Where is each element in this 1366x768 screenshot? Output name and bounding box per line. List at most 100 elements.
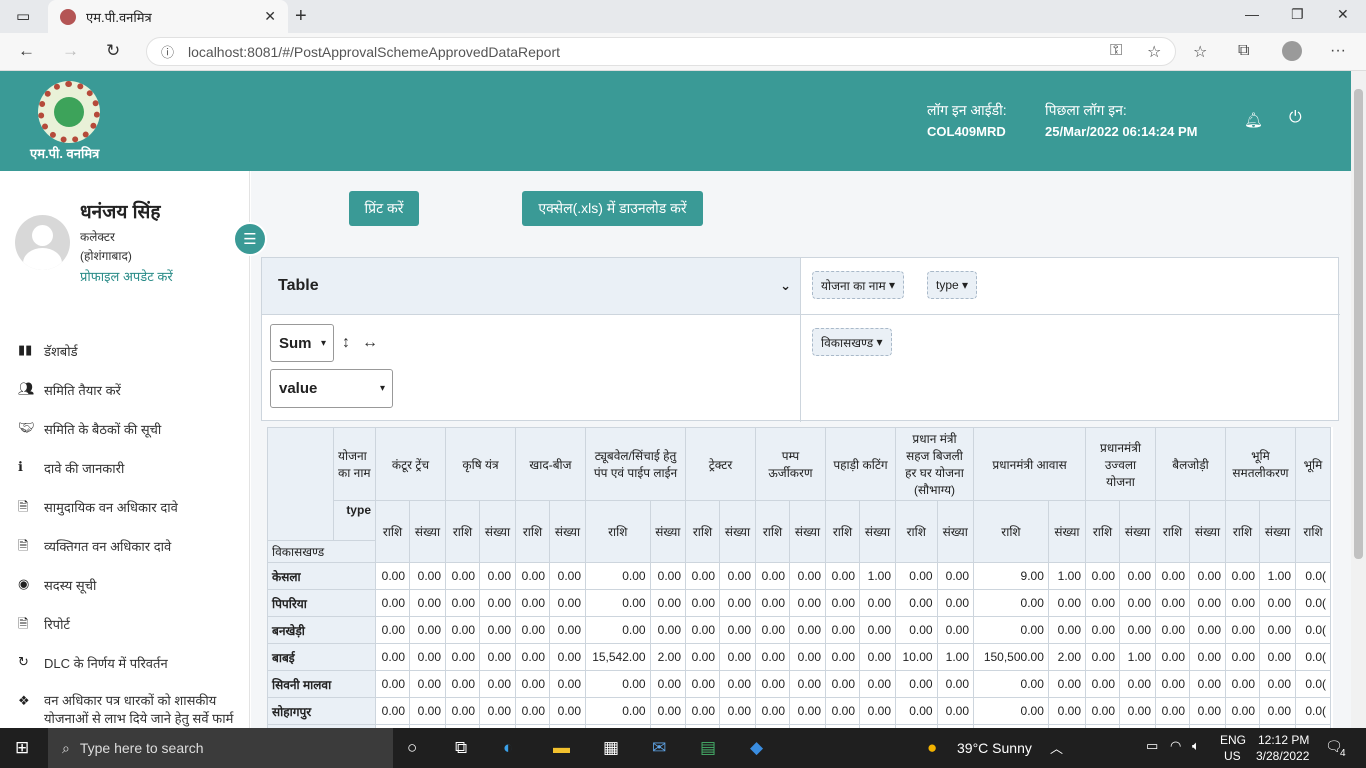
- renderer-select[interactable]: Table ⌄: [270, 268, 798, 304]
- windows-start-icon[interactable]: ⊞: [15, 738, 29, 758]
- sidebar-item-survey-form[interactable]: ❖ वन अधिकार पत्र धारकों को शासकीय योजनाओं…: [18, 692, 243, 728]
- table-row: बाबई 0.00 0.00 0.00 0.00 0.00 0.00 15,542.00 2.0…: [267, 643, 1331, 671]
- table-cell: 0.00: [684, 670, 721, 698]
- document-icon: 🗎: [18, 499, 29, 514]
- aggregator-select[interactable]: Sum ▾: [270, 324, 334, 362]
- sidebar-item-committee-meetings[interactable]: 🤝︎ समिति के बैठकों की सूची: [18, 420, 243, 438]
- row-label: बाबई: [267, 643, 376, 671]
- main-content: प्रिंट करें एक्सेल(.xls) में डाउनलोड करे…: [251, 171, 1351, 728]
- minimize-icon[interactable]: —: [1245, 6, 1259, 22]
- taskbar-search[interactable]: ⌕ Type here to search: [48, 728, 393, 768]
- print-button[interactable]: प्रिंट करें: [349, 191, 419, 226]
- restore-icon[interactable]: ❐: [1291, 6, 1304, 23]
- file-explorer-icon[interactable]: ▬: [553, 738, 570, 758]
- table-cell: 0.00: [444, 643, 481, 671]
- edge-icon[interactable]: ◐: [503, 738, 513, 758]
- sidebar: धनंजय सिंह कलेक्टर (होशंगाबाद) प्रोफाइल …: [0, 171, 250, 728]
- col-attr-scheme-name: योजना का नाम: [333, 427, 376, 501]
- cortana-icon[interactable]: ○: [407, 738, 417, 758]
- col-header-type: संख्या: [549, 500, 586, 563]
- sort-rows-icon[interactable]: ↕: [342, 334, 350, 352]
- col-header-type: राशि: [754, 500, 791, 563]
- store-icon[interactable]: ▦: [603, 738, 619, 758]
- table-cell: 0.00: [789, 616, 826, 644]
- close-window-icon[interactable]: ✕: [1337, 6, 1349, 23]
- col-header-type: संख्या: [409, 500, 446, 563]
- volume-icon[interactable]: 🔈︎: [1192, 738, 1200, 754]
- add-favorite-icon[interactable]: ☆: [1147, 42, 1161, 62]
- page-scrollbar[interactable]: [1351, 71, 1366, 728]
- table-cell: 0.00: [1189, 643, 1226, 671]
- sidebar-item-claim-info[interactable]: ℹ दावे की जानकारी: [18, 459, 243, 477]
- profile-update-link[interactable]: प्रोफाइल अपडेट करें: [80, 267, 173, 285]
- sidebar-item-dlc-change[interactable]: ↻ DLC के निर्णय में परिवर्तन: [18, 654, 243, 672]
- lang-label[interactable]: ENG: [1220, 733, 1246, 747]
- table-cell: 0.00: [895, 589, 938, 617]
- refresh-icon: ↻: [18, 654, 29, 669]
- col-chip-scheme-name[interactable]: योजना का नाम ▾: [812, 271, 905, 299]
- sidebar-item-community-claims[interactable]: 🗎 सामुदायिक वन अधिकार दावे: [18, 498, 243, 520]
- table-cell: 0.00: [936, 670, 975, 698]
- table-cell: 0.00: [859, 670, 896, 698]
- table-cell: 0.0(: [1295, 670, 1331, 698]
- close-tab-icon[interactable]: ✕: [264, 8, 276, 25]
- region-label[interactable]: US: [1224, 749, 1241, 763]
- profile-avatar-icon[interactable]: [1282, 41, 1302, 61]
- sidebar-item-create-committee[interactable]: 👥︎ समिति तैयार करें: [18, 381, 243, 399]
- browser-tab[interactable]: एम.पी.वनमित्र ✕: [48, 0, 288, 33]
- table-cell: 0.00: [789, 562, 826, 590]
- power-icon[interactable]: ⏻: [1289, 109, 1302, 127]
- table-cell: 0.00: [719, 643, 756, 671]
- sidebar-item-member-list[interactable]: ◉ सदस्य सूची: [18, 576, 243, 594]
- table-cell: 0.00: [1154, 670, 1191, 698]
- task-view-icon[interactable]: ⧉: [455, 738, 467, 758]
- clock-time[interactable]: 12:12 PM: [1258, 733, 1309, 747]
- table-cell: 0.00: [514, 589, 551, 617]
- excel-download-button[interactable]: एक्सेल(.xls) में डाउनलोड करें: [522, 191, 703, 226]
- col-attr-type: type: [333, 500, 376, 541]
- table-row: बनखेड़ी 0.00 0.00 0.00 0.00 0.00 0.00 0.00 0.00 0…: [267, 616, 1331, 644]
- table-cell: 0.00: [719, 562, 756, 590]
- info-icon[interactable]: ⓘ: [161, 42, 174, 61]
- mail-icon[interactable]: ✉: [652, 738, 666, 758]
- avatar: [15, 215, 70, 270]
- bell-icon[interactable]: 🔔︎: [1244, 111, 1263, 129]
- menu-toggle-button[interactable]: ☰: [233, 222, 267, 256]
- sort-cols-icon[interactable]: ↔: [362, 334, 378, 352]
- tray-chevron-icon[interactable]: ︿: [1050, 738, 1063, 757]
- wifi-icon[interactable]: ◠: [1170, 738, 1181, 754]
- table-cell: 0.00: [444, 670, 481, 698]
- forward-icon[interactable]: →: [62, 41, 79, 61]
- battery-icon[interactable]: ▭: [1146, 738, 1158, 754]
- url-bar[interactable]: ⓘ localhost:8081/#/PostApprovalSchemeApp…: [146, 37, 1176, 66]
- table-cell: 0.00: [549, 670, 586, 698]
- more-icon[interactable]: ···: [1330, 42, 1346, 60]
- row-chip-block[interactable]: विकासखण्ड ▾: [812, 328, 892, 356]
- collections-icon[interactable]: ⧉: [1238, 42, 1249, 60]
- excel-app-icon[interactable]: ▤: [700, 738, 716, 758]
- vscode-icon[interactable]: ◆: [750, 738, 763, 758]
- col-header-type: संख्या: [789, 500, 826, 563]
- key-icon[interactable]: ⚿: [1110, 42, 1122, 60]
- value-field-select[interactable]: value ▾: [270, 369, 393, 408]
- table-cell: 0.00: [549, 562, 586, 590]
- table-cell: 0.0(: [1295, 643, 1331, 671]
- table-cell: 0.00: [936, 589, 975, 617]
- sidebar-item-individual-claims[interactable]: 🗎 व्यक्तिगत वन अधिकार दावे: [18, 537, 243, 559]
- sidebar-item-report[interactable]: 🗎 रिपोर्ट: [18, 615, 243, 637]
- weather-text[interactable]: 39°C Sunny: [957, 740, 1032, 756]
- sidebar-item-dashboard[interactable]: ▮▮ डॅशबोर्ड: [18, 342, 243, 360]
- col-chip-type[interactable]: type ▾: [927, 271, 978, 299]
- reload-icon[interactable]: ↻: [106, 41, 120, 61]
- table-cell: 0.00: [479, 616, 516, 644]
- new-tab-icon[interactable]: +: [295, 5, 307, 28]
- table-cell: 0.00: [1154, 697, 1191, 725]
- tab-actions-icon[interactable]: ▭: [16, 7, 30, 25]
- table-cell: 0.00: [895, 670, 938, 698]
- table-cell: 0.00: [1189, 562, 1226, 590]
- back-icon[interactable]: ←: [18, 41, 35, 61]
- pivot-table-wrap[interactable]: योजना का नाम कंटूर ट्रेंच कृषि यंत्र खाद-बी…: [267, 427, 1333, 728]
- weather-icon[interactable]: ●: [927, 738, 937, 758]
- favorites-icon[interactable]: ☆: [1193, 42, 1207, 62]
- clock-date[interactable]: 3/28/2022: [1256, 749, 1309, 763]
